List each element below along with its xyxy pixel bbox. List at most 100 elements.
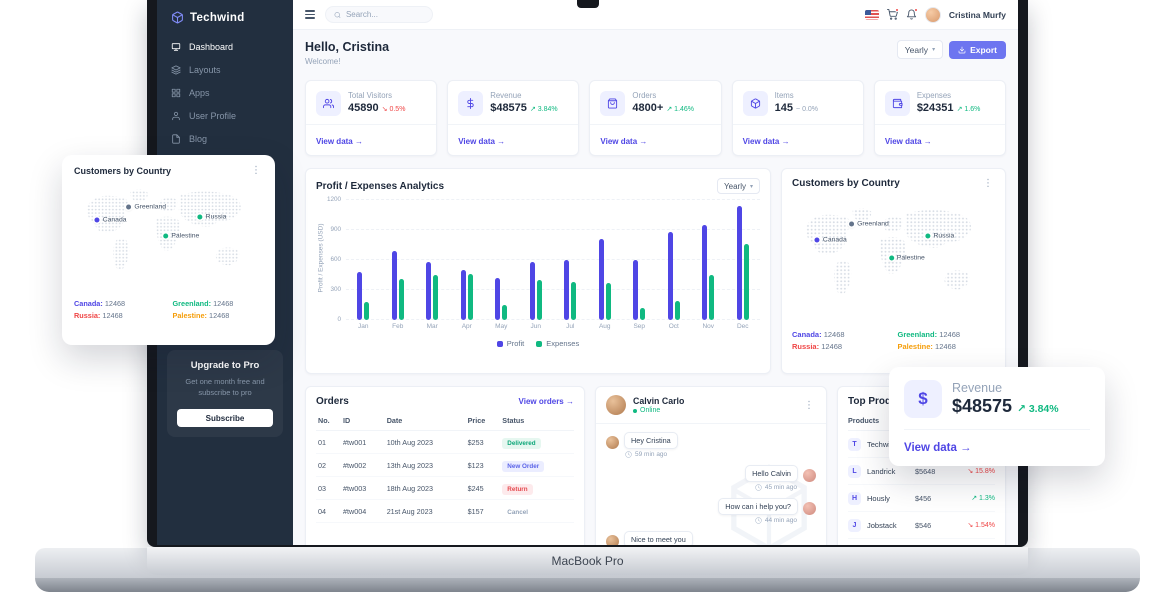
sidebar-item-layouts[interactable]: Layouts bbox=[157, 58, 293, 81]
expenses-bar[interactable] bbox=[640, 308, 645, 320]
profit-bar[interactable] bbox=[495, 278, 500, 320]
marker-dot-icon bbox=[126, 204, 131, 209]
stat-value: $24351 ↗ 1.6% bbox=[917, 102, 981, 114]
menu-toggle-button[interactable] bbox=[305, 10, 315, 18]
order-date: 21st Aug 2023 bbox=[385, 500, 466, 523]
profit-bar[interactable] bbox=[702, 225, 707, 320]
view-data-link[interactable]: View data → bbox=[904, 442, 972, 454]
brand-logo[interactable]: Techwind bbox=[157, 0, 293, 35]
profit-bar[interactable] bbox=[737, 206, 742, 320]
subscribe-button[interactable]: Subscribe bbox=[177, 409, 273, 427]
chat-options-icon[interactable]: ⋮ bbox=[802, 400, 816, 411]
map-marker-palestine[interactable]: Palestine bbox=[889, 255, 925, 262]
us-flag-icon[interactable] bbox=[865, 10, 879, 20]
bell-icon[interactable] bbox=[906, 9, 917, 20]
order-row-04[interactable]: 04 #tw004 21st Aug 2023 $157 Cancel bbox=[316, 500, 574, 523]
export-button[interactable]: Export bbox=[949, 41, 1006, 59]
expenses-bar[interactable] bbox=[709, 275, 714, 320]
view-data-link[interactable]: View data → bbox=[458, 137, 505, 146]
expenses-bar[interactable] bbox=[571, 282, 576, 320]
stats-row: Total Visitors 45890 ↘ 0.5% View data → … bbox=[305, 80, 1006, 156]
order-price: $253 bbox=[466, 431, 501, 454]
map-marker-russia[interactable]: Russia bbox=[925, 232, 954, 239]
stat-value: $48575 ↗ 3.84% bbox=[490, 102, 557, 114]
stat-value: 4800+ ↗ 1.46% bbox=[632, 102, 694, 114]
user-avatar[interactable] bbox=[925, 7, 941, 23]
profit-bar[interactable] bbox=[461, 270, 466, 320]
map-marker-canada[interactable]: Canada bbox=[95, 217, 127, 224]
orders-table: No.IDDatePriceStatus 01 #tw001 10th Aug … bbox=[316, 411, 574, 523]
laptop-chin: MacBook Pro bbox=[147, 547, 1028, 575]
search-box[interactable] bbox=[325, 6, 433, 23]
bar-group-jan: Jan bbox=[346, 200, 381, 330]
cart-icon[interactable] bbox=[887, 9, 898, 20]
sidebar-item-apps[interactable]: Apps bbox=[157, 81, 293, 104]
profit-bar[interactable] bbox=[392, 251, 397, 320]
order-row-01[interactable]: 01 #tw001 10th Aug 2023 $253 Delivered bbox=[316, 431, 574, 454]
floating-customers-options-icon[interactable]: ⋮ bbox=[249, 165, 263, 176]
sidebar-item-label: Layouts bbox=[189, 65, 221, 75]
country-value: 12468 bbox=[213, 299, 233, 308]
more-options-icon[interactable]: ⋮ bbox=[981, 178, 995, 189]
expenses-bar[interactable] bbox=[537, 280, 542, 320]
order-row-02[interactable]: 02 #tw002 13th Aug 2023 $123 New Order bbox=[316, 454, 574, 477]
map-marker-greenland[interactable]: Greenland bbox=[126, 203, 166, 210]
expenses-bar[interactable] bbox=[468, 274, 473, 320]
expenses-bar[interactable] bbox=[744, 244, 749, 320]
map-marker-russia[interactable]: Russia bbox=[198, 213, 227, 220]
x-tick-label: Aug bbox=[599, 323, 611, 330]
expenses-bar[interactable] bbox=[675, 301, 680, 320]
view-data-link[interactable]: View data → bbox=[600, 137, 647, 146]
chat-contact-name: Calvin Carlo bbox=[633, 396, 684, 406]
user-name[interactable]: Cristina Murfy bbox=[949, 10, 1006, 20]
order-status-badge: New Order bbox=[502, 461, 544, 472]
marker-label: Greenland bbox=[134, 203, 166, 210]
product-row-hously[interactable]: H Hously $456 ↗ 1.3% bbox=[848, 485, 995, 512]
y-tick-label: 0 bbox=[337, 316, 341, 323]
device-label: MacBook Pro bbox=[551, 554, 623, 568]
x-tick-label: Feb bbox=[392, 323, 403, 330]
profit-bar[interactable] bbox=[426, 262, 431, 320]
revenue-trend: ↗ 3.84% bbox=[1017, 403, 1059, 415]
order-no: 04 bbox=[316, 500, 341, 523]
y-tick-label: 1200 bbox=[327, 196, 341, 203]
profit-bar[interactable] bbox=[564, 260, 569, 320]
sidebar-item-dashboard[interactable]: Dashboard bbox=[157, 35, 293, 58]
profit-bar[interactable] bbox=[357, 272, 362, 320]
map-marker-greenland[interactable]: Greenland bbox=[849, 221, 889, 228]
expenses-bar[interactable] bbox=[606, 283, 611, 320]
view-data-link[interactable]: View data → bbox=[316, 137, 363, 146]
dollar-icon: $ bbox=[904, 380, 942, 418]
orders-card: Orders View orders → No.IDDatePriceStatu… bbox=[305, 386, 585, 545]
profit-bar[interactable] bbox=[599, 239, 604, 320]
bar-group-may: May bbox=[484, 200, 519, 330]
order-row-03[interactable]: 03 #tw003 18th Aug 2023 $245 Return bbox=[316, 477, 574, 500]
upgrade-description: Get one month free and subscribe to pro bbox=[177, 376, 273, 399]
sidebar-item-user-profile[interactable]: User Profile bbox=[157, 104, 293, 127]
product-row-jobstack[interactable]: J Jobstack $546 ↘ 1.54% bbox=[848, 512, 995, 539]
profit-bar[interactable] bbox=[668, 232, 673, 320]
bag-icon bbox=[600, 91, 625, 116]
sidebar-item-label: User Profile bbox=[189, 111, 236, 121]
bar-chart: Profit / Expenses (USD) 03006009001200 J… bbox=[316, 200, 760, 332]
search-input[interactable] bbox=[346, 10, 424, 19]
expenses-bar[interactable] bbox=[502, 305, 507, 320]
expenses-bar[interactable] bbox=[364, 302, 369, 320]
view-orders-link[interactable]: View orders → bbox=[519, 397, 574, 406]
map-marker-canada[interactable]: Canada bbox=[815, 236, 847, 243]
bar-group-nov: Nov bbox=[691, 200, 726, 330]
period-select[interactable]: Yearly▾ bbox=[897, 40, 943, 59]
view-data-link[interactable]: View data → bbox=[885, 137, 932, 146]
users-icon bbox=[316, 91, 341, 116]
message-avatar bbox=[606, 436, 619, 449]
sidebar-item-blog[interactable]: Blog bbox=[157, 127, 293, 150]
expenses-bar[interactable] bbox=[399, 279, 404, 320]
bar-groups: Jan Feb Mar Apr May Jun Jul Aug Sep Oct … bbox=[346, 200, 760, 330]
profit-bar[interactable] bbox=[530, 262, 535, 320]
view-data-link[interactable]: View data → bbox=[743, 137, 790, 146]
expenses-bar[interactable] bbox=[433, 275, 438, 320]
profit-bar[interactable] bbox=[633, 260, 638, 320]
chart-period-select[interactable]: Yearly▾ bbox=[717, 178, 760, 194]
map-marker-palestine[interactable]: Palestine bbox=[163, 233, 199, 240]
message-avatar bbox=[803, 502, 816, 515]
